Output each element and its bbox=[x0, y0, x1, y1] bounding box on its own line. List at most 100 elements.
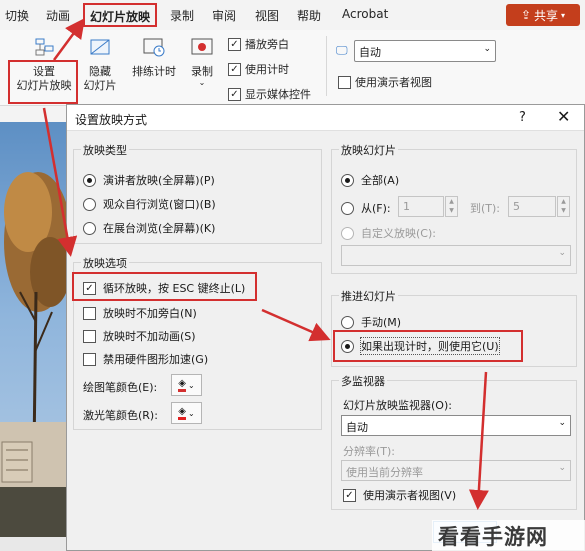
show-media-controls-check[interactable]: 显示媒体控件 bbox=[228, 86, 311, 102]
radio-from-label: 从(F): bbox=[361, 202, 391, 215]
radio-from-slides[interactable]: 从(F): bbox=[341, 200, 391, 216]
chevron-down-icon: ⌄ bbox=[483, 44, 491, 54]
chevron-down-icon: ⌄ bbox=[188, 380, 195, 390]
show-media-controls-label: 显示媒体控件 bbox=[245, 88, 311, 101]
radio-all-slides[interactable]: 全部(A) bbox=[341, 172, 399, 188]
share-label: 共享 bbox=[534, 8, 559, 23]
no-narration-check[interactable]: 放映时不加旁白(N) bbox=[83, 305, 197, 321]
from-slide-input[interactable]: 1 bbox=[398, 196, 444, 217]
show-type-label: 放映类型 bbox=[81, 142, 129, 158]
show-options-label: 放映选项 bbox=[81, 255, 129, 271]
tab-slideshow[interactable]: 幻灯片放映 bbox=[83, 3, 158, 27]
custom-show-select[interactable]: ⌄ bbox=[341, 245, 571, 266]
setup-label-line2: 幻灯片放映 bbox=[16, 79, 72, 92]
rehearse-timings-button[interactable]: 排练计时 bbox=[128, 36, 180, 79]
radio-manual[interactable]: 手动(M) bbox=[341, 314, 401, 330]
play-narrations-check[interactable]: 播放旁白 bbox=[228, 36, 289, 52]
show-slides-label: 放映幻灯片 bbox=[339, 142, 398, 158]
hide-slide-button[interactable]: 隐藏 幻灯片 bbox=[80, 36, 120, 93]
ribbon-presenter-view-check[interactable]: 使用演示者视图 bbox=[338, 74, 432, 90]
checkbox[interactable] bbox=[228, 62, 241, 76]
pen-color-button[interactable]: ◈ ⌄ bbox=[171, 374, 202, 396]
radio-kiosk[interactable]: 在展台浏览(全屏幕)(K) bbox=[83, 220, 215, 236]
setup-slideshow-button[interactable]: 设置 幻灯片放映 bbox=[14, 36, 74, 93]
checkbox[interactable] bbox=[83, 306, 96, 320]
resolution-label: 分辨率(T): bbox=[343, 445, 396, 458]
radio-button[interactable] bbox=[341, 173, 354, 187]
use-presenter-view-check[interactable]: 使用演示者视图(V) bbox=[343, 487, 456, 503]
tab-review[interactable]: 审阅 bbox=[212, 7, 236, 24]
checkbox[interactable] bbox=[343, 488, 356, 502]
slideshow-monitor-label: 幻灯片放映监视器(O): bbox=[343, 399, 452, 412]
help-button[interactable]: ? bbox=[519, 110, 526, 125]
record-label: 录制 bbox=[191, 65, 213, 78]
tab-help[interactable]: 帮助 bbox=[297, 7, 321, 24]
slideshow-monitor-select[interactable]: 自动 ⌄ bbox=[341, 415, 571, 436]
ribbon-presenter-view-label: 使用演示者视图 bbox=[355, 76, 432, 89]
hide-label-line1: 隐藏 bbox=[89, 65, 111, 78]
dialog-title: 设置放映方式 bbox=[75, 113, 148, 127]
monitor-icon: 🖵 bbox=[336, 43, 348, 57]
radio-presenter[interactable]: 演讲者放映(全屏幕)(P) bbox=[83, 172, 215, 188]
advance-slides-label: 推进幻灯片 bbox=[339, 288, 398, 304]
radio-custom-label: 自定义放映(C): bbox=[361, 227, 436, 240]
radio-button[interactable] bbox=[83, 197, 96, 211]
loop-label: 循环放映，按 ESC 键终止(L) bbox=[103, 282, 246, 295]
tab-record[interactable]: 录制 bbox=[170, 7, 194, 24]
slideshow-monitor-value: 自动 bbox=[346, 421, 368, 434]
resolution-select[interactable]: 使用当前分辨率 ⌄ bbox=[341, 460, 571, 481]
from-spinner[interactable]: ▲ ▼ bbox=[445, 196, 458, 217]
setup-show-dialog: 设置放映方式 ? ✕ 放映类型 演讲者放映(全屏幕)(P) 观众自行浏览(窗口)… bbox=[66, 104, 585, 551]
radio-button[interactable] bbox=[341, 315, 354, 329]
use-timings-check[interactable]: 使用计时 bbox=[228, 61, 289, 77]
to-slide-input[interactable]: 5 bbox=[508, 196, 556, 217]
radio-manual-label: 手动(M) bbox=[361, 316, 402, 329]
radio-button[interactable] bbox=[83, 173, 96, 187]
no-animation-label: 放映时不加动画(S) bbox=[103, 330, 196, 343]
to-spinner[interactable]: ▲ ▼ bbox=[557, 196, 570, 217]
ribbon-divider bbox=[326, 36, 327, 96]
laser-color-button[interactable]: ◈ ⌄ bbox=[171, 402, 202, 424]
ribbon-monitor-select[interactable]: 自动 ⌄ bbox=[354, 40, 496, 62]
radio-custom-show[interactable]: 自定义放映(C): bbox=[341, 225, 436, 241]
tab-transitions[interactable]: 切换 bbox=[5, 7, 29, 24]
share-button[interactable]: ⇪ 共享 ▾ bbox=[506, 4, 580, 26]
radio-button[interactable] bbox=[341, 226, 354, 240]
close-button[interactable]: ✕ bbox=[557, 107, 570, 126]
tab-view[interactable]: 视图 bbox=[255, 7, 279, 24]
no-animation-check[interactable]: 放映时不加动画(S) bbox=[83, 328, 196, 344]
radio-button[interactable] bbox=[341, 339, 354, 353]
radio-button[interactable] bbox=[83, 221, 96, 235]
radio-presenter-label: 演讲者放映(全屏幕)(P) bbox=[103, 174, 215, 187]
radio-button[interactable] bbox=[341, 201, 354, 215]
checkbox[interactable] bbox=[338, 75, 351, 89]
radio-individual[interactable]: 观众自行浏览(窗口)(B) bbox=[83, 196, 216, 212]
rehearse-clock-icon bbox=[143, 38, 165, 57]
checkbox[interactable] bbox=[228, 87, 241, 101]
tab-animations[interactable]: 动画 bbox=[46, 7, 70, 24]
tab-acrobat[interactable]: Acrobat bbox=[342, 7, 388, 21]
radio-use-timings[interactable]: 如果出现计时，则使用它(U) bbox=[341, 337, 500, 355]
record-icon bbox=[191, 38, 213, 55]
record-button[interactable]: 录制 ⌄ bbox=[186, 36, 218, 87]
ribbon-panel: 设置 幻灯片放映 隐藏 幻灯片 排练计时 录制 ⌄ 播放旁白 使用计时 显示媒体… bbox=[0, 30, 585, 106]
disable-hw-accel-label: 禁用硬件图形加速(G) bbox=[103, 353, 209, 366]
chevron-down-icon: ⌄ bbox=[558, 463, 566, 473]
watermark: 看看手游网 bbox=[432, 520, 585, 551]
watermark-text: 看看手游网 bbox=[438, 524, 548, 549]
disable-hw-accel-check[interactable]: 禁用硬件图形加速(G) bbox=[83, 351, 208, 367]
radio-kiosk-label: 在展台浏览(全屏幕)(K) bbox=[103, 222, 216, 235]
chevron-down-icon: ▾ bbox=[561, 10, 566, 20]
checkbox[interactable] bbox=[83, 329, 96, 343]
loop-check[interactable]: 循环放映，按 ESC 键终止(L) bbox=[83, 280, 245, 296]
checkbox[interactable] bbox=[228, 37, 241, 51]
use-presenter-view-label: 使用演示者视图(V) bbox=[363, 489, 457, 502]
no-narration-label: 放映时不加旁白(N) bbox=[103, 307, 197, 320]
laser-color-label: 激光笔颜色(R): bbox=[83, 409, 158, 422]
radio-all-label: 全部(A) bbox=[361, 174, 400, 187]
checkbox[interactable] bbox=[83, 352, 96, 366]
hide-label-line2: 幻灯片 bbox=[83, 79, 117, 92]
checkbox[interactable] bbox=[83, 281, 96, 295]
radio-individual-label: 观众自行浏览(窗口)(B) bbox=[103, 198, 216, 211]
dialog-titlebar: 设置放映方式 ? ✕ bbox=[67, 105, 584, 131]
